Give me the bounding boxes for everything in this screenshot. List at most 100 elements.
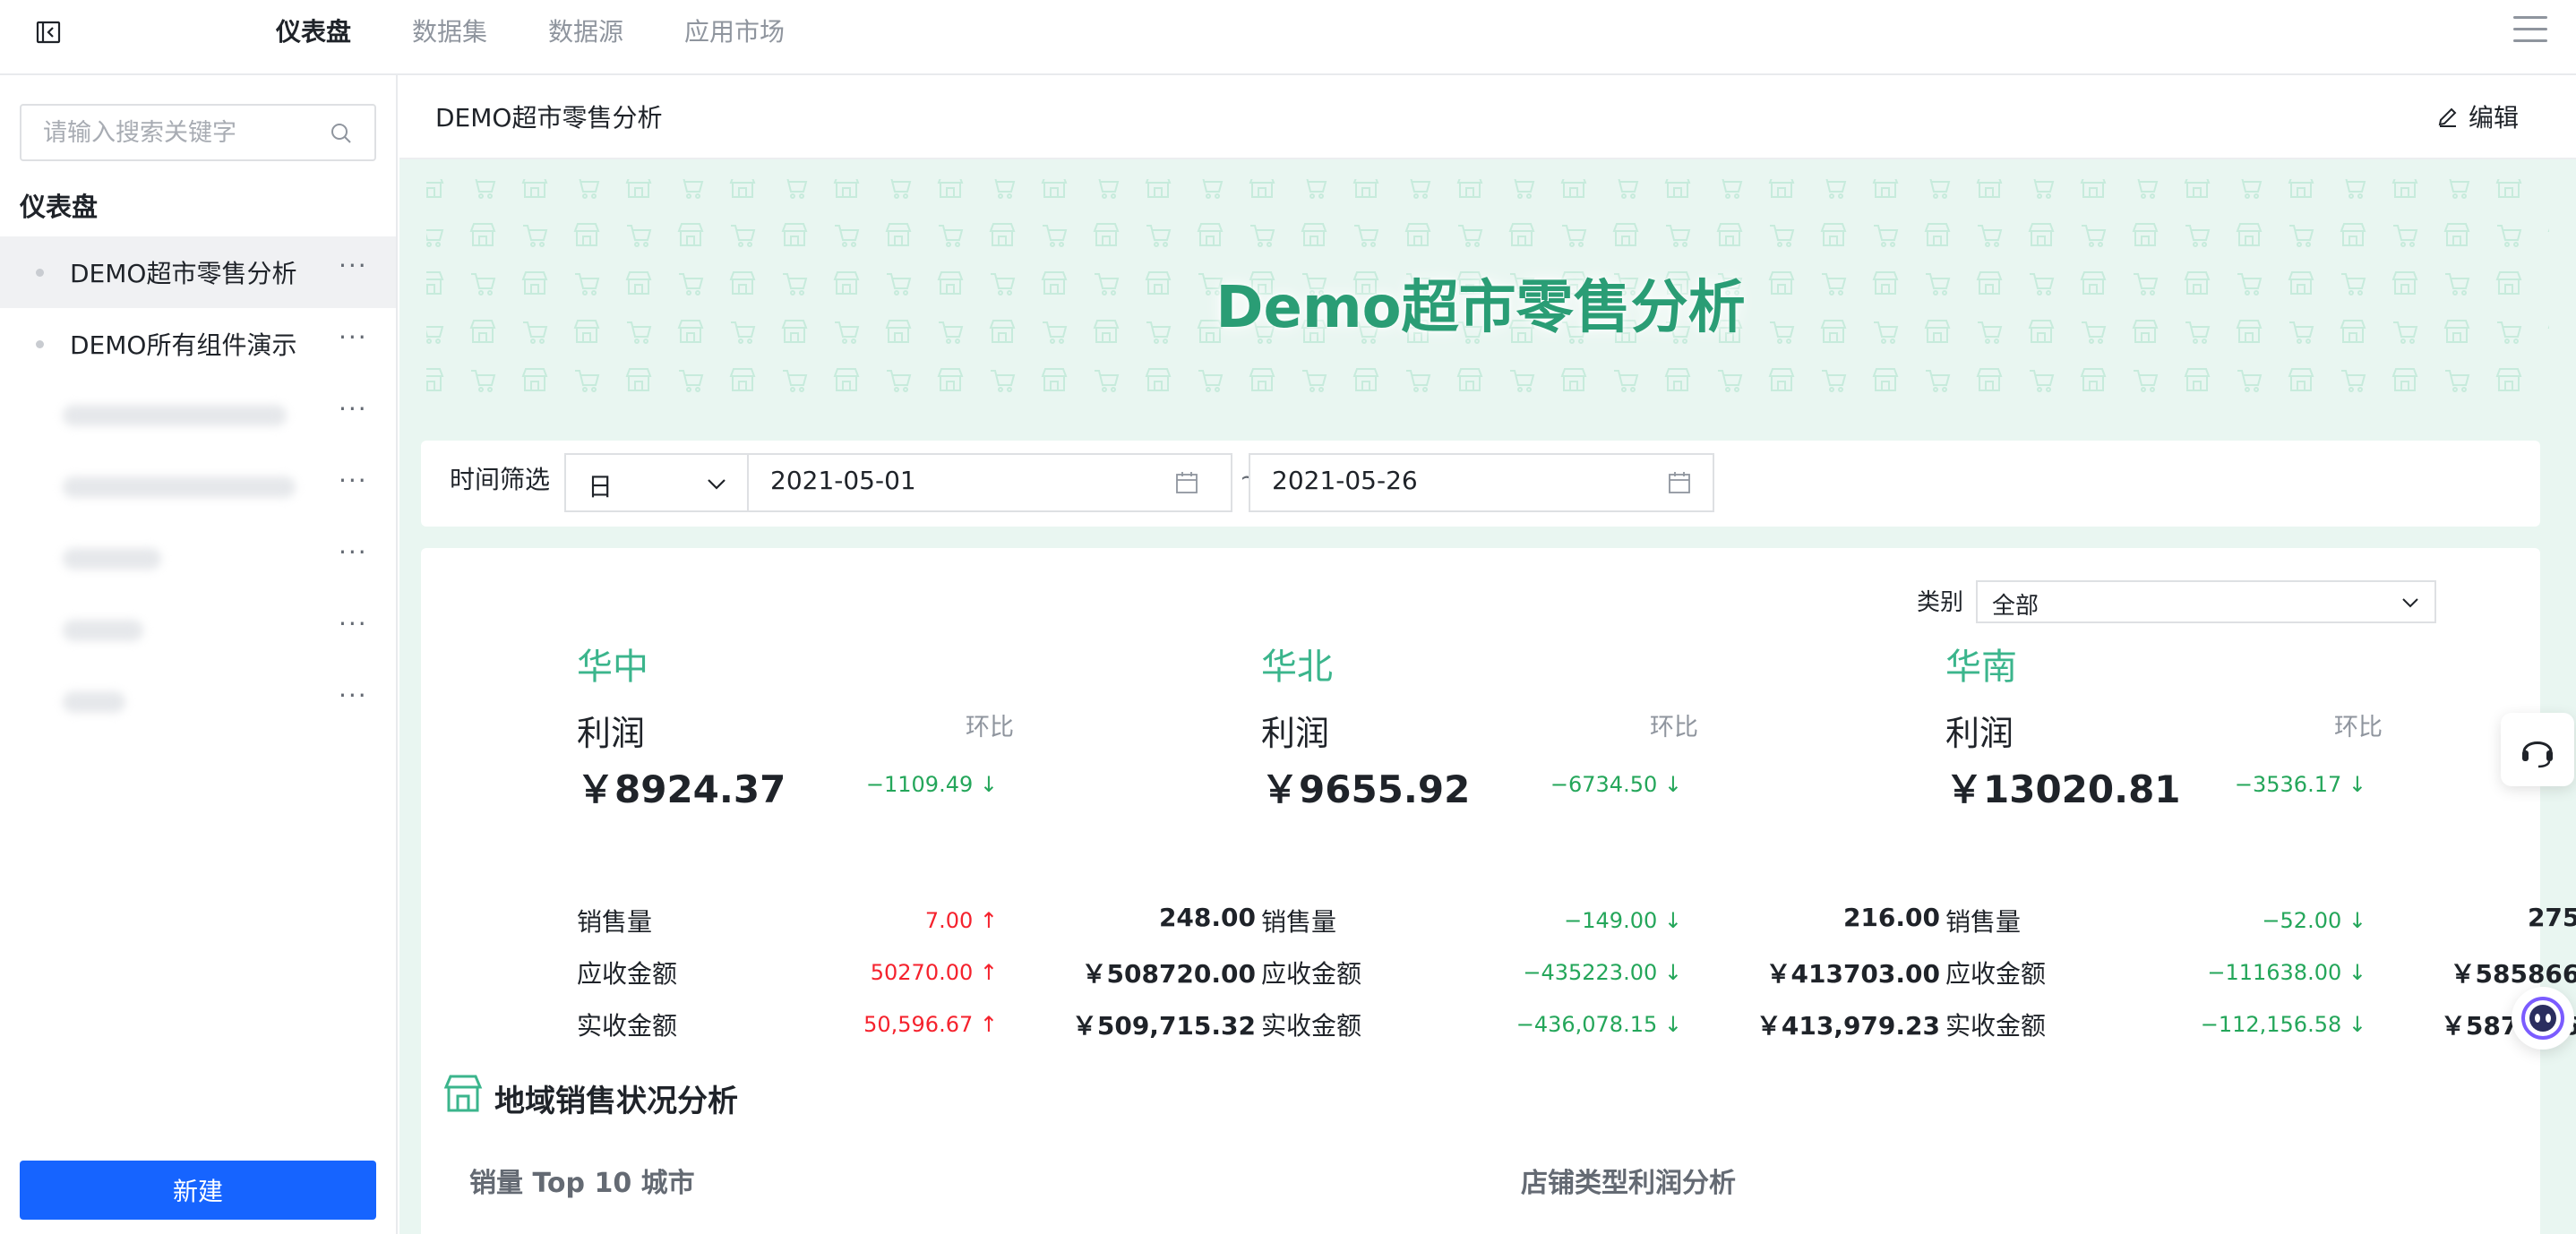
profit-value: ￥13020.81 [1945, 767, 2181, 811]
received-label: 实收金额 [1261, 1011, 1362, 1041]
sidebar-item-blurred[interactable]: ··· [0, 666, 396, 738]
period-compare-label: 环比 [2334, 714, 2383, 741]
calendar-icon [1669, 472, 1690, 493]
blurred-label [63, 405, 287, 426]
profit-delta: −3536.17 ↓ [2234, 772, 2366, 797]
granularity-value: 日 [588, 472, 614, 501]
tab-datasource[interactable]: 数据源 [548, 13, 623, 52]
granularity-select[interactable]: 日 [564, 453, 749, 512]
region-name: 华中 [577, 647, 648, 688]
received-value: ￥413,979.23 [1756, 1011, 1940, 1041]
section-title: 地域销售状况分析 [494, 1084, 738, 1119]
end-date-value: 2021-05-26 [1272, 466, 1418, 495]
received-label: 实收金额 [577, 1011, 678, 1041]
start-date-picker[interactable]: 2021-05-01 [747, 453, 1232, 512]
edit-button[interactable]: 编辑 [2436, 99, 2519, 134]
time-filter-label: 时间筛选 [450, 465, 551, 494]
more-options-icon[interactable]: ··· [339, 609, 368, 638]
collapse-sidebar-icon[interactable] [34, 18, 63, 47]
period-compare-label: 环比 [966, 714, 1014, 741]
profit-label: 利润 [1945, 714, 2014, 753]
tab-dashboard[interactable]: 仪表盘 [276, 13, 351, 52]
sales-qty-label: 销售量 [1945, 907, 2022, 937]
search-icon[interactable] [330, 122, 353, 145]
more-options-icon[interactable]: ··· [339, 251, 368, 280]
start-date-value: 2021-05-01 [770, 466, 916, 495]
dashboard-header: DEMO超市零售分析 编辑 [399, 75, 2576, 159]
bullet-dot [36, 269, 44, 277]
receivable-value: ￥508720.00 [1081, 959, 1257, 989]
sidebar-item-label: DEMO超市零售分析 [70, 259, 297, 288]
category-value: 全部 [1992, 593, 2039, 620]
search-box [20, 104, 376, 161]
end-date-picker[interactable]: 2021-05-26 [1249, 453, 1714, 512]
receivable-value: ￥413703.00 [1765, 959, 1941, 989]
customer-service-button[interactable] [2501, 713, 2574, 786]
search-input[interactable] [21, 106, 326, 159]
tab-app-market[interactable]: 应用市场 [684, 13, 785, 52]
sidebar-item-components-demo[interactable]: DEMO所有组件演示 ··· [0, 308, 396, 380]
new-dashboard-button[interactable]: 新建 [20, 1161, 376, 1220]
receivable-delta: −435223.00 ↓ [1523, 960, 1682, 985]
more-options-icon[interactable]: ··· [339, 681, 368, 710]
sidebar-item-blurred[interactable]: ··· [0, 451, 396, 523]
sales-qty-value: 275.00 [2527, 903, 2576, 932]
store-icon [443, 1075, 483, 1112]
sales-qty-label: 销售量 [1261, 907, 1337, 937]
receivable-value: ￥585866.00 [2450, 959, 2576, 989]
blurred-label [63, 548, 161, 570]
region-name: 华南 [1945, 647, 2017, 688]
received-delta: −112,156.58 ↓ [2200, 1012, 2366, 1037]
sales-qty-delta: 7.00 ↑ [924, 908, 998, 933]
received-label: 实收金额 [1945, 1011, 2047, 1041]
more-options-icon[interactable]: ··· [339, 322, 368, 352]
profit-label: 利润 [1261, 714, 1330, 753]
receivable-label: 应收金额 [1945, 959, 2047, 989]
ai-assistant-button[interactable] [2512, 987, 2574, 1050]
chevron-down-icon [708, 479, 726, 490]
receivable-label: 应收金额 [1261, 959, 1362, 989]
tab-dataset[interactable]: 数据集 [412, 13, 487, 52]
bullet-dot [36, 340, 44, 348]
sidebar-section-title: 仪表盘 [20, 192, 99, 222]
more-options-icon[interactable]: ··· [339, 537, 368, 567]
sales-qty-delta: −52.00 ↓ [2262, 908, 2366, 933]
received-delta: −436,078.15 ↓ [1516, 1012, 1682, 1037]
profit-delta: −1109.49 ↓ [865, 772, 998, 797]
top10-cities-chart-title: 销量 Top 10 城市 [469, 1168, 695, 1199]
more-options-icon[interactable]: ··· [339, 394, 368, 424]
receivable-delta: −111638.00 ↓ [2207, 960, 2366, 985]
blurred-label [63, 620, 143, 641]
edit-label: 编辑 [2469, 103, 2520, 133]
pencil-icon [2438, 107, 2457, 127]
profit-value: ￥8924.37 [577, 767, 786, 811]
sales-qty-delta: −149.00 ↓ [1564, 908, 1682, 933]
sidebar-item-blurred[interactable]: ··· [0, 523, 396, 595]
sidebar-item-label: DEMO所有组件演示 [70, 330, 297, 360]
time-filter-card: 时间筛选 日 2021-05-01 ~ 2021-05-26 [421, 441, 2540, 527]
sidebar-item-blurred[interactable]: ··· [0, 380, 396, 451]
received-value: ￥509,715.32 [1071, 1011, 1256, 1041]
category-select[interactable]: 全部 [1976, 580, 2436, 623]
sidebar-item-retail-analysis[interactable]: DEMO超市零售分析 ··· [0, 236, 396, 308]
region-analysis-card: 地域销售状况分析 销量 Top 10 城市 店铺类型利润分析 [421, 1053, 2540, 1234]
region-name: 华北 [1261, 647, 1333, 688]
sidebar-item-blurred[interactable]: ··· [0, 595, 396, 666]
more-options-icon[interactable]: ··· [339, 466, 368, 495]
headset-icon [2522, 741, 2553, 768]
calendar-icon [1176, 472, 1198, 493]
blurred-label [63, 691, 125, 713]
chevron-down-icon [2402, 598, 2418, 608]
received-delta: 50,596.67 ↑ [863, 1012, 998, 1037]
top-nav-bar: 仪表盘 数据集 数据源 应用市场 [0, 0, 2576, 75]
sales-qty-label: 销售量 [577, 907, 653, 937]
sales-qty-value: 216.00 [1842, 903, 1940, 932]
hamburger-menu-icon[interactable] [2513, 16, 2547, 47]
sales-qty-value: 248.00 [1158, 903, 1256, 932]
banner-title: Demo超市零售分析 [1215, 275, 1746, 341]
period-compare-label: 环比 [1650, 714, 1698, 741]
region-kpi-card: 类别 全部 华中 利润 环比 ￥8924.37 −1109.49 ↓ 销售量 2… [421, 548, 2576, 1135]
dashboard-banner: Demo超市零售分析 [399, 161, 2576, 441]
dashboard-canvas: DEMO超市零售分析 编辑 Demo超市零售分析 时间筛选 日 2021-05-… [399, 75, 2576, 1234]
dashboard-title: DEMO超市零售分析 [435, 103, 663, 133]
